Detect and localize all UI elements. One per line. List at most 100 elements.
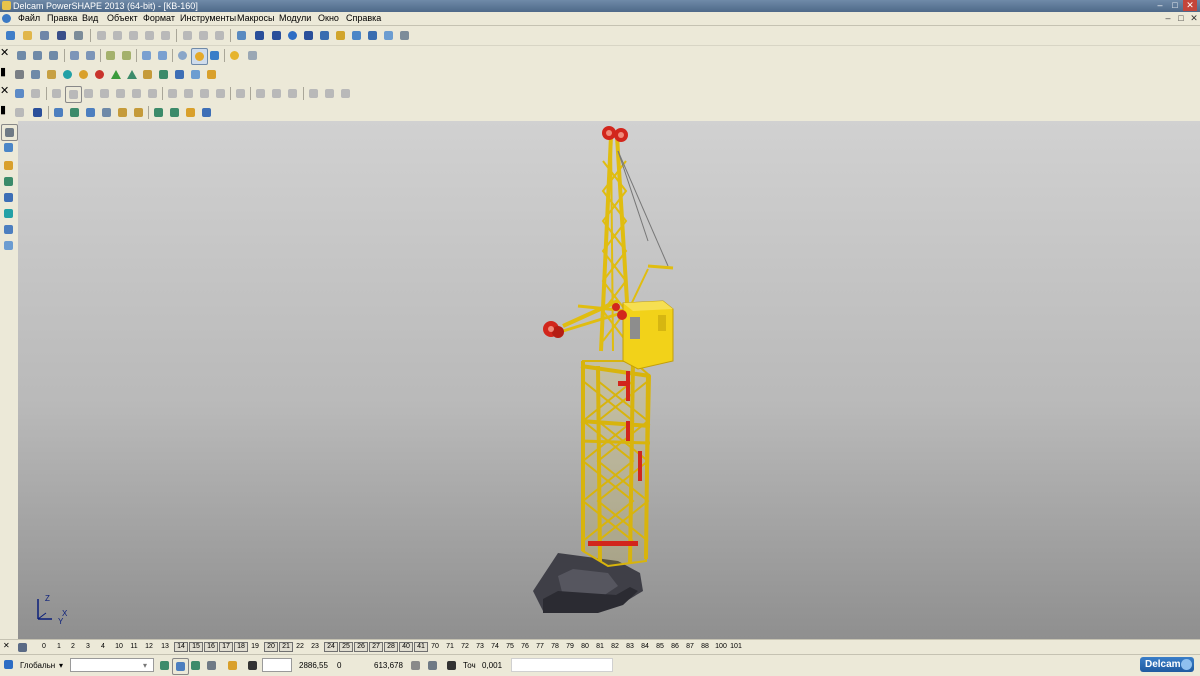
level-dropdown-icon[interactable]: ▾	[143, 660, 147, 671]
mesh-icon[interactable]	[381, 28, 396, 43]
layer-71[interactable]: 71	[444, 642, 456, 652]
menu-edit[interactable]: Правка	[47, 12, 77, 25]
layer-4[interactable]: 4	[97, 642, 109, 652]
dynamic-cursor-icon[interactable]	[172, 658, 189, 675]
view-front-icon[interactable]	[14, 48, 29, 63]
layer-83[interactable]: 83	[624, 642, 636, 652]
solid-tool-12-icon[interactable]	[233, 86, 248, 101]
view-iso-icon[interactable]	[67, 48, 82, 63]
layer-3[interactable]: 3	[82, 642, 94, 652]
zoom-fit-icon[interactable]	[155, 48, 170, 63]
surface-tool-1-icon[interactable]	[51, 105, 66, 120]
solid-tool-13-icon[interactable]	[253, 86, 268, 101]
layer-80[interactable]: 80	[579, 642, 591, 652]
print-icon[interactable]	[71, 28, 86, 43]
layer-12[interactable]: 12	[143, 642, 155, 652]
copy-icon[interactable]	[110, 28, 125, 43]
layer-73[interactable]: 73	[474, 642, 486, 652]
assembly-disabled-icon[interactable]	[28, 86, 43, 101]
surface-tool-5-icon[interactable]	[115, 105, 130, 120]
open-recent-icon[interactable]	[37, 28, 52, 43]
layer-28[interactable]: 28	[384, 642, 398, 652]
section-icon[interactable]	[188, 67, 203, 82]
layer-41[interactable]: 41	[414, 642, 428, 652]
solid-tool-3-icon[interactable]	[81, 86, 96, 101]
open-file-icon[interactable]	[20, 28, 35, 43]
feature-icon[interactable]	[1, 238, 16, 253]
layer-72[interactable]: 72	[459, 642, 471, 652]
layer-21[interactable]: 21	[279, 642, 293, 652]
layer-82[interactable]: 82	[609, 642, 621, 652]
undo-icon[interactable]	[180, 28, 195, 43]
zoom-window-icon[interactable]	[139, 48, 154, 63]
surface-tool-10-icon[interactable]	[199, 105, 214, 120]
solid-tool-6-icon[interactable]	[129, 86, 144, 101]
repeat-icon[interactable]	[212, 28, 227, 43]
light-icon[interactable]	[227, 48, 242, 63]
solid-tool-7-icon[interactable]	[145, 86, 160, 101]
surface-icon[interactable]	[349, 28, 364, 43]
surface-create-icon[interactable]	[1, 206, 16, 221]
layer-78[interactable]: 78	[549, 642, 561, 652]
close-toolbar-icon[interactable]: ✕	[0, 47, 9, 59]
layer-17[interactable]: 17	[219, 642, 233, 652]
delete-icon[interactable]	[158, 28, 173, 43]
solid-tool-4-icon[interactable]	[97, 86, 112, 101]
save-icon[interactable]	[54, 28, 69, 43]
solid-tool-11-icon[interactable]	[213, 86, 228, 101]
layer-10[interactable]: 10	[113, 642, 125, 652]
layer-79[interactable]: 79	[564, 642, 576, 652]
solid-tool-18-icon[interactable]	[338, 86, 353, 101]
document-icon-2[interactable]	[28, 67, 43, 82]
layer-bar-close-icon[interactable]: ✕	[3, 641, 10, 650]
toolbar-grip-2-icon[interactable]: ▮	[0, 104, 6, 116]
layer-0[interactable]: 0	[38, 642, 50, 652]
solid-tool-10-icon[interactable]	[197, 86, 212, 101]
menu-macros[interactable]: Макросы	[237, 12, 275, 25]
curve-tool-2-icon[interactable]	[30, 105, 45, 120]
close-button[interactable]: ✕	[1183, 0, 1197, 11]
layer-15[interactable]: 15	[189, 642, 203, 652]
assembly-icon[interactable]	[12, 86, 27, 101]
mdi-close-button[interactable]: ✕	[1188, 13, 1200, 23]
layer-100[interactable]: 100	[714, 642, 728, 652]
menu-view[interactable]: Вид	[82, 12, 98, 25]
layer-88[interactable]: 88	[699, 642, 711, 652]
layer-101[interactable]: 101	[729, 642, 743, 652]
solid-tool-2-icon[interactable]	[65, 86, 82, 103]
surface-tool-7-icon[interactable]	[151, 105, 166, 120]
zoom-out-icon[interactable]	[119, 48, 134, 63]
paste-special-icon[interactable]	[142, 28, 157, 43]
layer-19[interactable]: 19	[249, 642, 261, 652]
info-icon[interactable]	[172, 67, 187, 82]
wireframe-icon[interactable]	[207, 48, 222, 63]
surface-tool-4-icon[interactable]	[99, 105, 114, 120]
menu-file[interactable]: Файл	[18, 12, 40, 25]
layer-26[interactable]: 26	[354, 642, 368, 652]
toolbar-grip-icon[interactable]: ▮	[0, 66, 6, 78]
surface-tool-9-icon[interactable]	[183, 105, 198, 120]
new-file-icon[interactable]	[3, 28, 18, 43]
delcam-logo[interactable]: Delcam	[1140, 657, 1194, 672]
workplane-dropdown-icon[interactable]: ▾	[59, 660, 63, 671]
quick-select-icon[interactable]	[1, 140, 16, 155]
coordinate-entry-icon[interactable]	[408, 658, 423, 673]
paste-icon[interactable]	[126, 28, 141, 43]
line-icon[interactable]	[1, 174, 16, 189]
minimize-button[interactable]: –	[1153, 0, 1167, 11]
grid-icon[interactable]	[245, 658, 260, 673]
dimension-icon[interactable]	[333, 28, 348, 43]
menu-object[interactable]: Объект	[107, 12, 138, 25]
solid-tool-16-icon[interactable]	[306, 86, 321, 101]
solid-tool-5-icon[interactable]	[113, 86, 128, 101]
surface-tool-6-icon[interactable]	[131, 105, 146, 120]
layer-2[interactable]: 2	[67, 642, 79, 652]
triangle-teal-icon[interactable]	[124, 67, 139, 82]
layer-23[interactable]: 23	[309, 642, 321, 652]
tolerance-icon[interactable]	[444, 658, 459, 673]
circle-icon[interactable]	[285, 28, 300, 43]
surface-tool-3-icon[interactable]	[83, 105, 98, 120]
menu-help[interactable]: Справка	[346, 12, 381, 25]
pencil-icon[interactable]	[44, 67, 59, 82]
solid-tool-8-icon[interactable]	[165, 86, 180, 101]
